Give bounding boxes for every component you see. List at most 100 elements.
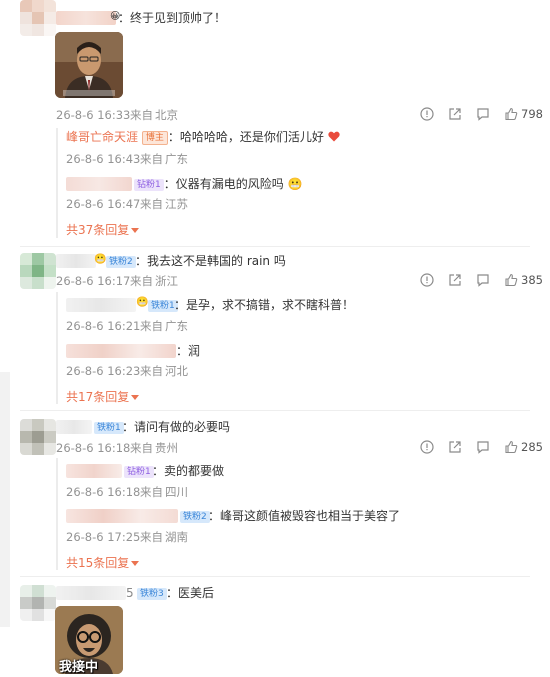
reply-timestamp: 26-8-6 16:21 (66, 319, 141, 333)
reply-line: 钻粉1 ：仪器有漏电的风险吗 😬 (134, 176, 303, 192)
username-redacted[interactable] (56, 586, 126, 600)
like-count: 798 (521, 107, 543, 121)
comment-timestamp: 26-8-6 16:18 (56, 441, 131, 455)
reply-box: 峰哥亡命天涯 博主 ：哈哈哈哈，还是你们活儿好 26-8-6 16:43 来自 广… (56, 128, 528, 238)
like-count: 285 (521, 440, 543, 454)
chevron-down-icon (131, 228, 140, 233)
location-prefix: 来自 (140, 530, 163, 544)
like-count: 385 (521, 273, 543, 287)
reply-location: 广东 (165, 152, 188, 166)
reply-location: 湖南 (165, 530, 188, 544)
emoji-icon: 😬 (287, 177, 303, 191)
chevron-down-icon (131, 561, 140, 566)
comment-timestamp: 26-8-6 16:17 (56, 274, 131, 288)
comment-image[interactable] (55, 32, 123, 98)
fan-badge: 钻粉1 (124, 466, 154, 478)
reply-location: 江苏 (165, 197, 188, 211)
avatar[interactable] (20, 253, 56, 289)
emoji-icon: 😬 (94, 254, 107, 265)
like-button[interactable]: 285 (504, 440, 543, 454)
reply-line: 峰哥亡命天涯 博主 ：哈哈哈哈，还是你们活儿好 (66, 129, 340, 145)
reply-timestamp: 26-8-6 16:43 (66, 152, 141, 166)
location-prefix: 来自 (140, 364, 163, 378)
divider (20, 410, 530, 411)
fan-badge: 铁粉1 (94, 422, 124, 434)
reply-box: 钻粉1 ：卖的都要做 26-8-6 16:18 来自 四川 铁粉2 ：峰哥这颜值… (56, 458, 528, 570)
more-replies-label: 共37条回复 (66, 223, 130, 237)
comment-text: ：我去这不是韩国的 rain 吗 (135, 254, 286, 268)
report-icon[interactable] (420, 440, 434, 454)
comment-text: ：请问有做的必要吗 (122, 420, 231, 434)
report-icon[interactable] (420, 107, 434, 121)
like-button[interactable]: 385 (504, 273, 543, 287)
fan-badge: 铁粉2 (180, 511, 210, 523)
location-prefix: 来自 (130, 274, 153, 288)
share-icon[interactable] (448, 273, 462, 287)
comment-actions: 285 (420, 440, 543, 454)
divider (20, 246, 530, 247)
location-prefix: 来自 (140, 197, 163, 211)
divider (20, 576, 530, 577)
more-replies-link[interactable]: 共15条回复 (66, 554, 140, 571)
username-redacted[interactable] (66, 464, 122, 478)
comment-image[interactable]: 我接中 (55, 606, 123, 674)
username-redacted[interactable] (66, 509, 178, 523)
scrollbar[interactable] (0, 372, 10, 627)
share-icon[interactable] (448, 107, 462, 121)
username-redacted[interactable] (66, 177, 132, 191)
more-replies-link[interactable]: 共37条回复 (66, 221, 140, 238)
location-prefix: 来自 (140, 152, 163, 166)
more-replies-label: 共17条回复 (66, 390, 130, 404)
like-button[interactable]: 798 (504, 107, 543, 121)
location-prefix: 来自 (130, 108, 153, 122)
comment-location: 北京 (155, 108, 178, 122)
reply-location: 河北 (165, 364, 188, 378)
comment-icon[interactable] (476, 440, 490, 454)
fan-badge: 铁粉3 (137, 588, 167, 600)
reply-timestamp: 26-8-6 17:25 (66, 530, 141, 544)
comment-actions: 798 (420, 107, 543, 121)
chevron-down-icon (131, 395, 140, 400)
reply-box: 😬 铁粉1 ：是孕，求不搞错，求不瞎科普！ 26-8-6 16:21 来自 广东… (56, 292, 528, 404)
username-redacted[interactable] (66, 344, 176, 358)
location-prefix: 来自 (140, 319, 163, 333)
reply-author[interactable]: 峰哥亡命天涯 (66, 130, 138, 144)
comment-icon[interactable] (476, 273, 490, 287)
reply-text: ：哈哈哈哈，还是你们活儿好 (167, 130, 324, 144)
more-replies-link[interactable]: 共17条回复 (66, 388, 140, 405)
avatar[interactable] (20, 419, 56, 455)
location-prefix: 来自 (140, 485, 163, 499)
like-icon (505, 273, 518, 287)
username-redacted[interactable] (56, 254, 96, 268)
share-icon[interactable] (448, 440, 462, 454)
like-icon (505, 107, 518, 121)
username-suffix[interactable]: 5 (126, 585, 134, 601)
location-prefix: 来自 (130, 441, 153, 455)
heart-icon (328, 131, 340, 142)
reply-timestamp: 26-8-6 16:18 (66, 485, 141, 499)
avatar[interactable] (20, 0, 56, 36)
reply-timestamp: 26-8-6 16:47 (66, 197, 141, 211)
reply-text: ：仪器有漏电的风险吗 (163, 177, 284, 191)
like-icon (505, 440, 518, 454)
fan-badge: 铁粉2 (106, 256, 136, 268)
reply-location: 广东 (165, 319, 188, 333)
comment-actions: 385 (420, 273, 543, 287)
image-caption: 我接中 (59, 660, 99, 674)
more-replies-label: 共15条回复 (66, 556, 130, 570)
username-redacted[interactable] (66, 298, 136, 312)
username-redacted[interactable] (56, 11, 116, 25)
reply-text: ：是孕，求不搞错，求不瞎科普！ (174, 298, 355, 312)
username-redacted[interactable] (56, 420, 92, 434)
comment-location: 贵州 (155, 441, 178, 455)
report-icon[interactable] (420, 273, 434, 287)
portrait-photo (55, 32, 123, 98)
comment-text: ：终于见到顶帅了！ (118, 11, 227, 25)
fan-badge: 钻粉1 (134, 179, 164, 191)
comment-text: ：医美后 (166, 586, 215, 600)
comment-location: 浙江 (155, 274, 178, 288)
comment-icon[interactable] (476, 107, 490, 121)
reply-text: ：峰哥这颜值被毁容也相当于美容了 (208, 509, 401, 523)
avatar[interactable] (20, 585, 56, 621)
reply-text: ：润 (176, 344, 201, 358)
